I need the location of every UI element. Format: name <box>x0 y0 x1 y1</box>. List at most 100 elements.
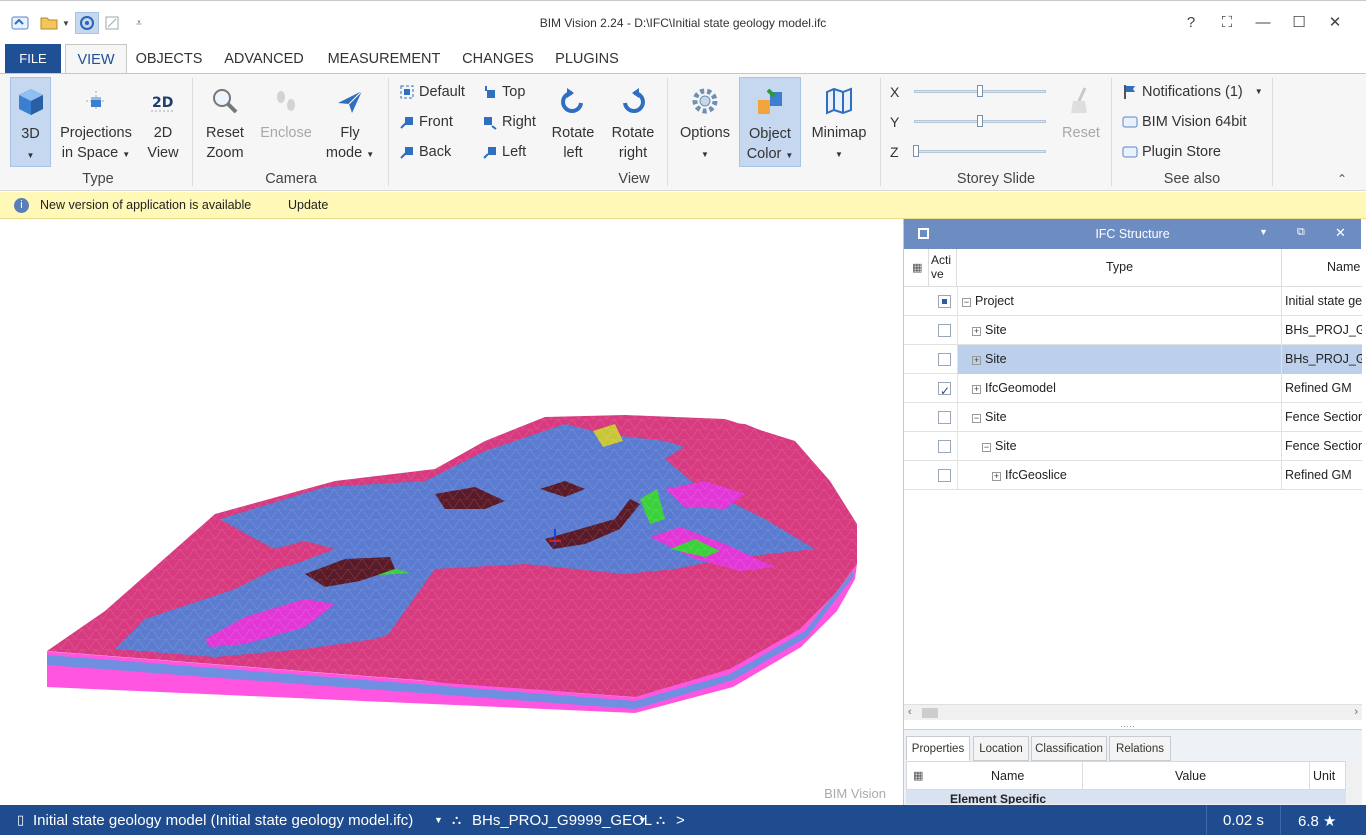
view-back-button[interactable]: Back <box>399 141 451 163</box>
prop-name-header[interactable]: Name <box>991 769 1024 783</box>
expand-icon[interactable]: + <box>972 327 981 336</box>
options-button[interactable]: Options ▼ <box>676 77 734 167</box>
expand-icon[interactable]: + <box>972 385 981 394</box>
active-checkbox[interactable] <box>938 295 951 308</box>
separator <box>667 78 668 186</box>
plugin-store-link[interactable]: Plugin Store <box>1122 141 1221 163</box>
tab-plugins[interactable]: PLUGINS <box>549 44 625 74</box>
geology-model-render[interactable] <box>5 219 898 805</box>
active-cell <box>904 461 957 490</box>
collapse-ribbon-icon[interactable]: ⌃ <box>1337 172 1347 186</box>
active-cell <box>904 374 957 403</box>
help-button[interactable]: ? <box>1180 13 1202 33</box>
tree-row[interactable]: + Site BHs_PROJ_G9 <box>904 316 1362 345</box>
tab-relations[interactable]: Relations <box>1109 736 1171 761</box>
reset-zoom-button[interactable]: Reset Zoom <box>200 77 250 167</box>
rotate-right-button[interactable]: Rotate right <box>606 77 660 167</box>
active-checkbox[interactable] <box>938 353 951 366</box>
rating[interactable]: 6.8 ★ <box>1298 812 1336 830</box>
enclose-button[interactable]: Enclose <box>256 77 316 167</box>
panel-close-icon[interactable]: ✕ <box>1335 225 1346 241</box>
slider-x-thumb[interactable] <box>977 85 983 97</box>
collapse-icon[interactable]: − <box>982 443 991 452</box>
name-cell: BHs_PROJ_G9 <box>1285 323 1362 337</box>
prop-value-header[interactable]: Value <box>1175 769 1206 783</box>
active-checkbox[interactable] <box>938 440 951 453</box>
object-color-button[interactable]: Object Color ▼ <box>739 77 801 167</box>
status-bar: ▯ Initial state geology model (Initial s… <box>0 805 1366 835</box>
tree-row[interactable]: − Project Initial state ge <box>904 287 1362 316</box>
expand-icon[interactable]: + <box>992 472 1001 481</box>
3d-viewport[interactable]: BIM Vision ···· <box>5 219 898 805</box>
view-2d-button[interactable]: 2D 2D View <box>140 77 186 167</box>
scroll-right-icon[interactable]: › <box>1354 706 1358 718</box>
maximize-button[interactable]: ☐ <box>1288 13 1310 33</box>
tab-file[interactable]: FILE <box>5 44 61 74</box>
slider-y-thumb[interactable] <box>977 115 983 127</box>
name-column-header[interactable]: Name <box>1327 260 1360 274</box>
tab-classification[interactable]: Classification <box>1031 736 1107 761</box>
view-right-button[interactable]: Right <box>482 111 536 133</box>
panel-float-icon[interactable]: ⧉ <box>1297 226 1305 239</box>
slider-z-thumb[interactable] <box>913 145 919 157</box>
breadcrumb-more[interactable]: > <box>676 812 685 829</box>
footprints-icon <box>277 91 295 111</box>
tab-view[interactable]: VIEW <box>65 44 127 75</box>
minimap-button[interactable]: Minimap ▼ <box>806 77 872 167</box>
slider-z-track[interactable] <box>914 150 1046 153</box>
tree-row[interactable]: + IfcGeoslice Refined GM <box>904 461 1362 490</box>
view-top-button[interactable]: Top <box>482 81 525 103</box>
tree-row[interactable]: − Site Fence Section <box>904 403 1362 432</box>
tab-location[interactable]: Location <box>973 736 1029 761</box>
collapse-icon[interactable]: − <box>972 414 981 423</box>
title-bar: ▼ ⩡ BIM Vision 2.24 - D:\IFC\Initial sta… <box>0 0 1366 44</box>
active-checkbox[interactable] <box>938 324 951 337</box>
view-3d-button[interactable]: 3D ▼ <box>10 77 51 167</box>
tree-row[interactable]: + Site BHs_PROJ_G9 <box>904 345 1362 374</box>
update-link[interactable]: Update <box>288 198 328 212</box>
selected-element-status[interactable]: BHs_PROJ_G9999_GEOL <box>472 812 652 829</box>
properties-vertical-scrollbar[interactable] <box>1348 761 1360 805</box>
bim-vision-64-link[interactable]: BIM Vision 64bit <box>1122 111 1247 133</box>
properties-column-chooser-icon[interactable]: ▦ <box>913 769 923 782</box>
separator <box>1206 805 1207 835</box>
type-cell: − Project <box>958 287 1281 316</box>
tab-properties[interactable]: Properties <box>906 736 970 761</box>
active-column-header[interactable]: Acti ve <box>931 253 955 281</box>
active-checkbox[interactable] <box>938 411 951 424</box>
expand-icon[interactable]: + <box>972 356 981 365</box>
close-button[interactable]: ✕ <box>1324 13 1346 33</box>
tree-row[interactable]: − Site Fence Section <box>904 432 1362 461</box>
active-checkbox[interactable] <box>938 469 951 482</box>
rotate-left-button[interactable]: Rotate left <box>547 77 599 167</box>
tab-measurement[interactable]: MEASUREMENT <box>322 44 446 74</box>
prop-unit-header[interactable]: Unit <box>1313 769 1335 783</box>
minimize-button[interactable]: — <box>1252 13 1274 33</box>
tab-advanced[interactable]: ADVANCED <box>215 44 313 74</box>
fullscreen-button[interactable]: ⛶ <box>1216 13 1238 33</box>
tab-objects[interactable]: OBJECTS <box>132 44 206 74</box>
tab-changes[interactable]: CHANGES <box>455 44 541 74</box>
scroll-left-icon[interactable]: ‹ <box>908 706 912 718</box>
model-dropdown-icon[interactable]: ▼ <box>434 815 443 825</box>
storey-reset-button[interactable]: Reset <box>1058 77 1104 167</box>
collapse-icon[interactable]: − <box>962 298 971 307</box>
window-title: BIM Vision 2.24 - D:\IFC\Initial state g… <box>539 16 827 30</box>
model-file-status[interactable]: Initial state geology model (Initial sta… <box>33 812 413 829</box>
view-left-button[interactable]: Left <box>482 141 526 163</box>
active-checkbox[interactable] <box>938 377 951 403</box>
element-dropdown-icon[interactable]: ▼ <box>638 815 647 825</box>
panel-dropdown-icon[interactable]: ▼ <box>1259 227 1268 237</box>
fly-mode-button[interactable]: Fly mode ▼ <box>322 77 378 167</box>
projections-button[interactable]: Projections in Space ▼ <box>56 77 136 167</box>
separator <box>1309 762 1310 790</box>
view-front-button[interactable]: Front <box>399 111 453 133</box>
notifications-button[interactable]: Notifications (1) ▼ <box>1122 81 1263 103</box>
view-default-button[interactable]: Default <box>399 81 465 103</box>
scroll-thumb[interactable] <box>922 708 938 718</box>
tree-row[interactable]: + IfcGeomodel Refined GM <box>904 374 1362 403</box>
type-column-header[interactable]: Type <box>957 260 1282 274</box>
element-specific-section[interactable]: Element Specific <box>906 790 1346 804</box>
horizontal-scrollbar[interactable]: ‹ › <box>904 704 1362 720</box>
column-chooser-icon[interactable]: ▦ <box>912 261 922 274</box>
